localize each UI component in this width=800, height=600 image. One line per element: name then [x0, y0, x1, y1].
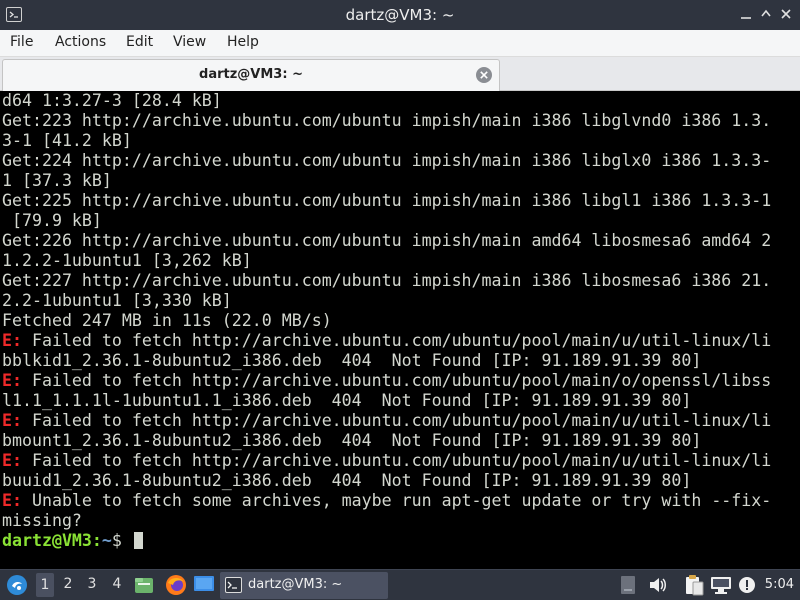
volume-icon[interactable]	[648, 576, 668, 598]
notification-icon[interactable]	[738, 576, 756, 598]
firefox-icon[interactable]	[165, 574, 187, 600]
error-marker: E:	[2, 491, 22, 510]
tab-bar: dartz@VM3: ~	[0, 57, 800, 91]
error-line-continued: missing?	[2, 511, 82, 530]
terminal-line: Get:227 http://archive.ubuntu.com/ubuntu…	[2, 271, 772, 290]
error-text: Failed to fetch http://archive.ubuntu.co…	[21, 411, 772, 430]
tray-slot-icon[interactable]	[620, 575, 636, 599]
terminal-tab[interactable]: dartz@VM3: ~	[2, 59, 500, 91]
menu-bar: File Actions Edit View Help	[0, 30, 800, 57]
terminal-line: 2.2-1ubuntu1 [3,330 kB]	[2, 291, 232, 310]
text-cursor	[133, 532, 143, 549]
menu-actions[interactable]: Actions	[55, 34, 106, 50]
error-line: E: Failed to fetch http://archive.ubuntu…	[2, 331, 771, 351]
error-text: Failed to fetch http://archive.ubuntu.co…	[21, 371, 772, 390]
terminal-line: Get:226 http://archive.ubuntu.com/ubuntu…	[2, 231, 772, 250]
terminal-line: 1.2.2-1ubuntu1 [3,262 kB]	[2, 251, 252, 270]
window-titlebar[interactable]: dartz@VM3: ~	[0, 0, 800, 30]
terminal-line: Get:225 http://archive.ubuntu.com/ubuntu…	[2, 191, 772, 210]
menu-view[interactable]: View	[173, 34, 206, 50]
tab-label: dartz@VM3: ~	[199, 67, 303, 82]
error-marker: E:	[2, 371, 22, 390]
prompt-colon: :	[91, 531, 102, 550]
terminal-line: 1 [37.3 kB]	[2, 171, 112, 190]
clipboard-icon[interactable]	[684, 574, 704, 600]
error-text: Unable to fetch some archives, maybe run…	[21, 491, 772, 510]
start-menu-icon[interactable]	[6, 574, 28, 600]
error-line: E: Failed to fetch http://archive.ubuntu…	[2, 451, 771, 471]
terminal-line: 3-1 [41.2 kB]	[2, 131, 132, 150]
minimize-button[interactable]	[737, 5, 755, 23]
terminal-icon	[225, 577, 242, 597]
terminal-output[interactable]: d64 1:3.27-3 [28.4 kB] Get:223 http://ar…	[0, 91, 800, 569]
shell-prompt[interactable]: dartz@VM3:~$	[2, 531, 771, 551]
error-line-continued: bblkid1_2.36.1-8ubuntu2_i386.deb 404 Not…	[2, 351, 702, 370]
maximize-button[interactable]	[757, 5, 775, 23]
terminal-line: d64 1:3.27-3 [28.4 kB]	[2, 91, 222, 110]
error-marker: E:	[2, 411, 22, 430]
taskbar: 1 2 3 4 dartz@VM3: ~ 5:04	[0, 569, 800, 600]
network-icon[interactable]	[710, 575, 732, 599]
close-window-button[interactable]	[777, 5, 795, 23]
window-title: dartz@VM3: ~	[345, 6, 455, 24]
taskbar-terminal-task[interactable]: dartz@VM3: ~	[220, 572, 388, 599]
error-marker: E:	[2, 331, 22, 350]
taskbar-clock[interactable]: 5:04	[765, 577, 794, 592]
workspace-1[interactable]: 1	[36, 573, 54, 597]
terminal-lines: d64 1:3.27-3 [28.4 kB] Get:223 http://ar…	[2, 91, 771, 551]
workspace-2[interactable]: 2	[59, 576, 77, 592]
file-manager-icon[interactable]	[134, 575, 154, 599]
task-label: dartz@VM3: ~	[248, 577, 343, 592]
workspace-3[interactable]: 3	[83, 576, 101, 592]
error-line-continued: bmount1_2.36.1-8ubuntu2_i386.deb 404 Not…	[2, 431, 702, 450]
desktop-icon[interactable]	[194, 576, 214, 598]
terminal-line: Get:223 http://archive.ubuntu.com/ubuntu…	[2, 111, 772, 130]
error-line: E: Failed to fetch http://archive.ubuntu…	[2, 371, 771, 391]
error-text: Failed to fetch http://archive.ubuntu.co…	[21, 331, 772, 350]
tab-close-icon[interactable]	[475, 66, 493, 84]
workspace-4[interactable]: 4	[108, 576, 126, 592]
error-line-continued: buuid1_2.36.1-8ubuntu2_i386.deb 404 Not …	[2, 471, 692, 490]
menu-edit[interactable]: Edit	[126, 34, 153, 50]
terminal-line: [79.9 kB]	[2, 211, 102, 230]
terminal-line: Fetched 247 MB in 11s (22.0 MB/s)	[2, 311, 332, 330]
menu-file[interactable]: File	[10, 34, 33, 50]
menu-help[interactable]: Help	[227, 34, 259, 50]
error-text: Failed to fetch http://archive.ubuntu.co…	[21, 451, 772, 470]
error-line-continued: l1.1_1.1.1l-1ubuntu1.1_i386.deb 404 Not …	[2, 391, 692, 410]
prompt-path: ~	[101, 531, 112, 550]
terminal-line: Get:224 http://archive.ubuntu.com/ubuntu…	[2, 151, 772, 170]
error-marker: E:	[2, 451, 22, 470]
prompt-symbol: $	[111, 531, 132, 550]
prompt-user-host: dartz@VM3	[2, 531, 92, 550]
error-line: E: Unable to fetch some archives, maybe …	[2, 491, 771, 511]
error-line: E: Failed to fetch http://archive.ubuntu…	[2, 411, 771, 431]
